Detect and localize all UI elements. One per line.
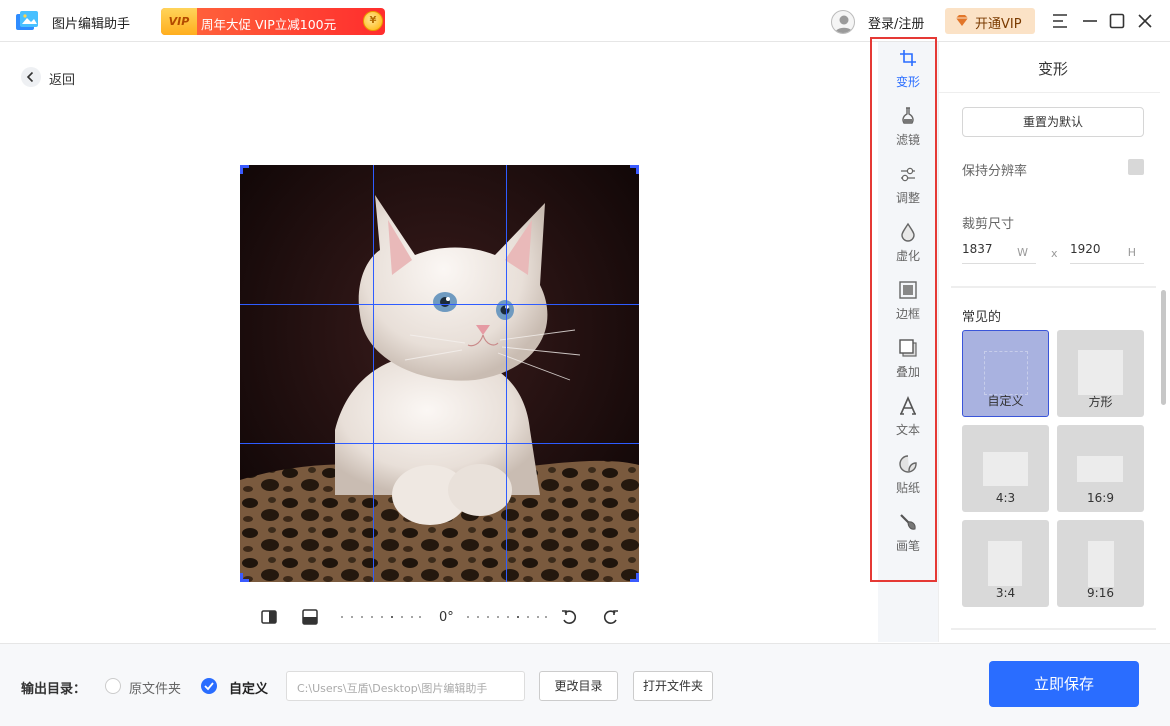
crop-handle-bottom-left[interactable] (240, 573, 249, 582)
rotation-slider-left[interactable] (341, 616, 421, 618)
rotate-right-icon[interactable] (602, 608, 620, 626)
ratio-16-9[interactable]: 16:9 (1057, 425, 1144, 512)
ratio-preview (983, 452, 1028, 486)
reset-default-button[interactable]: 重置为默认 (962, 107, 1144, 137)
divider (951, 286, 1156, 288)
rotation-angle-value: 0° (439, 610, 454, 625)
change-directory-button[interactable]: 更改目录 (539, 671, 618, 701)
crop-width-value: 1837 (962, 242, 993, 256)
highlight-outline (870, 37, 937, 582)
output-path-value: C:\Users\互盾\Desktop\图片编辑助手 (297, 682, 488, 695)
divider (938, 92, 1160, 93)
crop-width-input[interactable]: 1837 W (962, 238, 1036, 264)
open-folder-button[interactable]: 打开文件夹 (633, 671, 713, 701)
ratio-preview (988, 541, 1022, 586)
editing-image[interactable] (240, 165, 639, 582)
coin-icon: ¥ (363, 11, 383, 31)
ratio-square[interactable]: 方形 (1057, 330, 1144, 417)
back-label: 返回 (49, 73, 76, 88)
promo-vip-badge: VIP (161, 8, 197, 35)
panel-title: 变形 (1037, 60, 1068, 78)
panel-scrollbar[interactable] (1161, 290, 1166, 405)
ratio-9-16[interactable]: 9:16 (1057, 520, 1144, 607)
crop-grid-line (240, 304, 639, 305)
close-icon[interactable] (1135, 11, 1155, 31)
keep-resolution-checkbox[interactable] (1128, 159, 1144, 175)
ratio-label: 3:4 (995, 586, 1016, 600)
output-directory-label: 输出目录： (21, 682, 87, 697)
menu-icon[interactable] (1050, 11, 1070, 31)
save-now-button[interactable]: 立即保存 (989, 661, 1139, 707)
check-icon (204, 682, 214, 691)
ratio-label: 4:3 (995, 491, 1016, 505)
diamond-icon (956, 15, 968, 26)
common-ratios-label: 常见的 (962, 310, 1002, 325)
ratio-label: 9:16 (1087, 586, 1114, 600)
ratio-preview (984, 351, 1028, 395)
original-folder-label[interactable]: 原文件夹 (129, 678, 181, 697)
open-vip-button[interactable]: 开通VIP (945, 8, 1035, 34)
radio-custom-folder[interactable] (201, 678, 217, 694)
ratio-custom[interactable]: 自定义 (962, 330, 1049, 417)
kitten-photo (240, 165, 639, 582)
crop-handle-top-left[interactable] (240, 165, 249, 174)
height-unit: H (1127, 246, 1136, 259)
radio-original-folder[interactable] (105, 678, 121, 694)
crop-grid-line (506, 165, 507, 582)
crop-grid-line (240, 443, 639, 444)
ratio-label: 16:9 (1087, 491, 1114, 505)
promo-banner[interactable]: VIP 周年大促 VIP立减100元 ¥ (161, 8, 385, 35)
ratio-3-4[interactable]: 3:4 (962, 520, 1049, 607)
ratio-4-3[interactable]: 4:3 (962, 425, 1049, 512)
custom-folder-label[interactable]: 自定义 (229, 678, 268, 697)
crop-size-label: 裁剪尺寸 (962, 217, 1015, 232)
rotation-slider-right[interactable] (467, 616, 547, 618)
minimize-icon[interactable] (1080, 11, 1100, 31)
login-link[interactable]: 登录/注册 (868, 13, 924, 32)
open-vip-label: 开通VIP (975, 17, 1022, 32)
rotation-toolbar: 0° (255, 605, 625, 629)
ratio-label: 方形 (1088, 395, 1113, 409)
crop-handle-bottom-right[interactable] (630, 573, 639, 582)
output-path-input[interactable]: C:\Users\互盾\Desktop\图片编辑助手 (286, 671, 525, 701)
flip-horizontal-icon[interactable] (260, 608, 278, 626)
ratio-preview (1088, 541, 1114, 587)
crop-height-value: 1920 (1070, 242, 1101, 256)
maximize-icon[interactable] (1107, 11, 1127, 31)
keep-resolution-label: 保持分辨率 (962, 164, 1028, 179)
crop-height-input[interactable]: 1920 H (1070, 238, 1144, 264)
crop-grid-line (373, 165, 374, 582)
rotate-left-icon[interactable] (560, 608, 578, 626)
chevron-left-icon (21, 67, 41, 87)
crop-handle-top-right[interactable] (630, 165, 639, 174)
title-bar: 图片编辑助手 VIP 周年大促 VIP立减100元 ¥ 登录/注册 开通VIP (0, 0, 1170, 42)
ratio-label: 自定义 (987, 394, 1024, 408)
ratio-preview (1077, 456, 1123, 482)
promo-text: 周年大促 VIP立减100元 (201, 17, 337, 32)
user-avatar-icon[interactable] (831, 10, 855, 34)
ratio-preview (1078, 350, 1123, 395)
width-unit: W (1017, 246, 1028, 259)
size-separator: x (1051, 247, 1058, 260)
app-title: 图片编辑助手 (52, 17, 131, 32)
flip-vertical-icon[interactable] (301, 608, 319, 626)
divider (951, 628, 1156, 630)
app-logo-icon (14, 9, 40, 33)
